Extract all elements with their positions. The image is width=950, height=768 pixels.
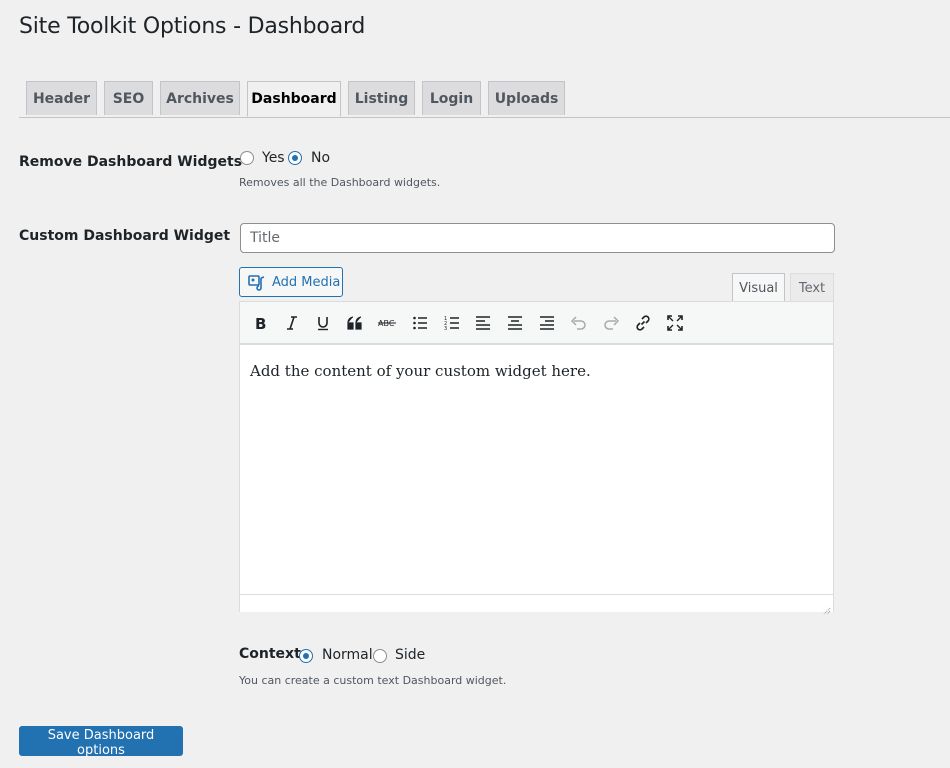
tab-archives[interactable]: Archives — [160, 81, 240, 115]
save-dashboard-options-button[interactable]: Save Dashboard options — [19, 726, 183, 758]
page-title: Site Toolkit Options - Dashboard — [19, 14, 366, 39]
numbered-list-icon[interactable]: 123 — [440, 311, 464, 335]
remove-widgets-yes-label[interactable]: Yes — [262, 150, 285, 166]
context-description: You can create a custom text Dashboard w… — [239, 674, 507, 687]
italic-icon[interactable] — [280, 311, 304, 335]
editor-tab-text[interactable]: Text — [790, 273, 834, 302]
blockquote-icon[interactable] — [343, 311, 367, 335]
add-media-label: Add Media — [272, 274, 341, 290]
editor-toolbar: B ABC 123 — [240, 302, 833, 344]
context-normal-label[interactable]: Normal — [322, 647, 373, 663]
remove-widgets-no-label[interactable]: No — [311, 150, 330, 166]
editor-content-area[interactable]: Add the content of your custom widget he… — [240, 344, 833, 595]
custom-widget-label: Custom Dashboard Widget — [19, 228, 231, 244]
remove-widgets-no-radio[interactable] — [288, 151, 302, 165]
context-label: Context — [239, 646, 301, 662]
strikethrough-icon[interactable]: ABC — [375, 311, 399, 335]
undo-icon[interactable] — [567, 311, 591, 335]
context-side-label[interactable]: Side — [395, 647, 425, 663]
align-center-icon[interactable] — [503, 311, 527, 335]
editor-tab-visual[interactable]: Visual — [732, 273, 785, 302]
svg-text:3: 3 — [444, 326, 447, 331]
rich-text-editor: B ABC 123 Add the content of your custom… — [239, 301, 834, 615]
tab-login[interactable]: Login — [422, 81, 481, 115]
link-icon[interactable] — [631, 311, 655, 335]
add-media-icon — [248, 273, 266, 291]
bold-icon[interactable]: B — [248, 311, 272, 335]
redo-icon[interactable] — [599, 311, 623, 335]
remove-widgets-yes-radio[interactable] — [240, 151, 254, 165]
settings-tabs: Header SEO Archives Dashboard Listing Lo… — [19, 81, 950, 118]
svg-text:B: B — [255, 315, 266, 331]
tab-listing[interactable]: Listing — [348, 81, 415, 115]
underline-icon[interactable] — [311, 311, 335, 335]
resize-handle-icon[interactable] — [821, 600, 831, 615]
align-left-icon[interactable] — [471, 311, 495, 335]
tab-header[interactable]: Header — [26, 81, 97, 115]
editor-statusbar — [240, 594, 833, 615]
context-normal-radio[interactable] — [299, 649, 313, 663]
align-right-icon[interactable] — [535, 311, 559, 335]
tab-uploads[interactable]: Uploads — [488, 81, 565, 115]
fullscreen-icon[interactable] — [663, 311, 687, 335]
tab-dashboard[interactable]: Dashboard — [247, 81, 341, 117]
add-media-button[interactable]: Add Media — [239, 267, 343, 297]
remove-widgets-label: Remove Dashboard Widgets — [19, 154, 243, 170]
remove-widgets-description: Removes all the Dashboard widgets. — [239, 176, 441, 189]
tab-seo[interactable]: SEO — [104, 81, 153, 115]
bullet-list-icon[interactable] — [408, 311, 432, 335]
context-side-radio[interactable] — [373, 649, 387, 663]
editor-content-text[interactable]: Add the content of your custom widget he… — [250, 362, 591, 380]
widget-title-input[interactable] — [240, 223, 835, 253]
